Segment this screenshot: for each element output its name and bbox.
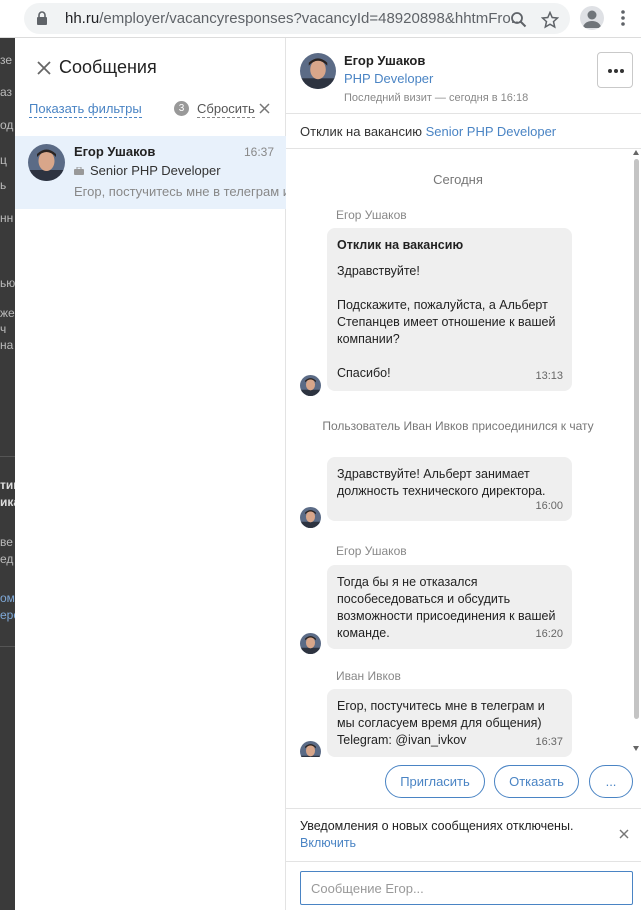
chat-list-panel: Сообщения Показать фильтры 3 Сбросить Ег… xyxy=(15,38,286,910)
bg-text: ика xyxy=(0,495,15,509)
bg-divider xyxy=(0,646,15,647)
response-actions: Пригласить Отказать ... xyxy=(286,758,641,808)
url-path: /employer/vacancyresponses?vacancyId=489… xyxy=(99,10,524,27)
system-message: Пользователь Иван Ивков присоединился к … xyxy=(322,419,594,433)
bookmark-star-icon[interactable] xyxy=(541,11,559,29)
divider xyxy=(286,808,641,809)
bg-text: тик xyxy=(0,478,15,492)
bg-text: ом xyxy=(0,591,15,605)
url-host: hh.ru xyxy=(65,10,100,27)
panel-title: Сообщения xyxy=(59,57,157,77)
background-page-overlay: зе аз од ц ь нн ью жe ч на тик ика ве ед… xyxy=(0,38,15,910)
message-bubble: Отклик на вакансию Здравствуйте! Подскаж… xyxy=(327,228,572,391)
contact-name: Егор Ушаков xyxy=(344,53,426,68)
chat-vacancy: Senior PHP Developer xyxy=(90,163,221,178)
message-sender: Егор Ушаков xyxy=(336,544,407,558)
message-text: Егор, постучитесь мне в телеграм и мы со… xyxy=(337,699,545,747)
message-bubble: Егор, постучитесь мне в телеграм и мы со… xyxy=(327,689,572,757)
browser-menu-icon[interactable] xyxy=(618,8,628,28)
avatar xyxy=(300,633,321,654)
message-sender: Егор Ушаков xyxy=(336,208,407,222)
avatar xyxy=(300,741,321,757)
message-time: 16:00 xyxy=(535,500,563,512)
bg-text: ве xyxy=(0,535,13,549)
chat-list-header: Сообщения xyxy=(15,38,286,98)
more-dot-icon xyxy=(620,69,624,73)
message-bubble: Здравствуйте! Альберт занимает должность… xyxy=(327,457,572,521)
message-text: Подскажите, пожалуйста, а Альберт Степан… xyxy=(337,298,556,346)
last-visit-text: Последний визит — сегодня в 16:18 xyxy=(344,92,529,104)
chat-time: 16:37 xyxy=(244,145,275,159)
lock-icon xyxy=(37,11,47,25)
more-actions-button[interactable]: ... xyxy=(589,765,633,798)
reset-close-icon[interactable] xyxy=(259,103,270,114)
more-dot-icon xyxy=(614,69,618,73)
contact-position-link[interactable]: PHP Developer xyxy=(344,71,433,86)
chat-contact-name: Егор Ушаков xyxy=(74,144,156,159)
response-prefix: Отклик на вакансию xyxy=(300,124,422,139)
close-icon[interactable] xyxy=(35,59,53,77)
zoom-icon[interactable] xyxy=(510,11,528,29)
close-icon[interactable] xyxy=(619,829,629,839)
bg-text: на xyxy=(0,338,14,352)
enable-notifications-link[interactable]: Включить xyxy=(300,836,356,850)
avatar[interactable] xyxy=(300,53,336,89)
bg-text: ч xyxy=(0,322,7,336)
message-text: Здравствуйте! Альберт занимает должность… xyxy=(337,467,546,498)
divider xyxy=(286,861,641,862)
bg-text: жe xyxy=(0,306,15,320)
filters-count-badge: 3 xyxy=(174,101,189,116)
bg-text: нн xyxy=(0,211,14,225)
message-text: Тогда бы я не отказался пособеседоваться… xyxy=(337,575,556,640)
bg-text: ь xyxy=(0,178,7,192)
avatar xyxy=(300,507,321,528)
notification-text: Уведомления о новых сообщениях отключены… xyxy=(300,819,574,833)
avatar xyxy=(28,144,65,181)
divider xyxy=(286,113,641,114)
more-dot-icon xyxy=(608,69,612,73)
bg-text: од xyxy=(0,118,14,132)
message-text: Спасибо! xyxy=(337,366,391,380)
bg-text: ед xyxy=(0,552,14,566)
profile-avatar-icon[interactable] xyxy=(580,6,604,30)
conversation-panel: Егор Ушаков PHP Developer Последний визи… xyxy=(286,38,641,910)
bg-text: зе xyxy=(0,53,13,67)
message-list[interactable]: Сегодня Егор Ушаков Отклик на вакансию З… xyxy=(286,149,641,757)
messages-scrollbar[interactable] xyxy=(632,149,641,757)
vacancy-link[interactable]: Senior PHP Developer xyxy=(426,124,557,139)
chat-last-message-preview: Егор, постучитесь мне в телеграм и мы со… xyxy=(74,184,286,199)
scroll-down-arrow-icon[interactable] xyxy=(633,746,639,751)
show-filters-link[interactable]: Показать фильтры xyxy=(29,101,142,118)
browser-toolbar: hh.ru/employer/vacancyresponses?vacancyI… xyxy=(0,0,641,38)
scroll-up-arrow-icon[interactable] xyxy=(633,150,639,155)
more-options-button[interactable] xyxy=(597,52,633,88)
notification-banner: Уведомления о новых сообщениях отключены… xyxy=(300,818,573,852)
message-text: Здравствуйте! xyxy=(337,264,420,278)
message-bubble: Тогда бы я не отказался пособеседоваться… xyxy=(327,565,572,649)
day-separator: Сегодня xyxy=(433,172,483,187)
url-text: hh.ru/employer/vacancyresponses?vacancyI… xyxy=(65,10,523,27)
message-time: 16:37 xyxy=(535,736,563,748)
message-title: Отклик на вакансию xyxy=(337,238,464,252)
vacancy-response-line: Отклик на вакансию Senior PHP Developer xyxy=(300,124,556,139)
scrollbar-thumb[interactable] xyxy=(634,159,639,719)
address-bar[interactable]: hh.ru/employer/vacancyresponses?vacancyI… xyxy=(24,3,570,34)
invite-button[interactable]: Пригласить xyxy=(385,765,485,798)
bg-text: ью xyxy=(0,276,15,290)
bg-text: ц xyxy=(0,153,7,167)
bg-text: аз xyxy=(0,85,13,99)
chat-list-item[interactable]: Егор Ушаков 16:37 Senior PHP Developer Е… xyxy=(15,136,286,209)
message-time: 13:13 xyxy=(535,370,563,382)
bg-divider xyxy=(0,456,15,457)
reject-button[interactable]: Отказать xyxy=(494,765,579,798)
reset-filters-link[interactable]: Сбросить xyxy=(197,101,255,118)
avatar xyxy=(300,375,321,396)
message-input[interactable] xyxy=(300,871,633,905)
briefcase-icon xyxy=(74,167,84,175)
message-time: 16:20 xyxy=(535,628,563,640)
bg-text: еро xyxy=(0,608,15,622)
message-sender: Иван Ивков xyxy=(336,669,401,683)
